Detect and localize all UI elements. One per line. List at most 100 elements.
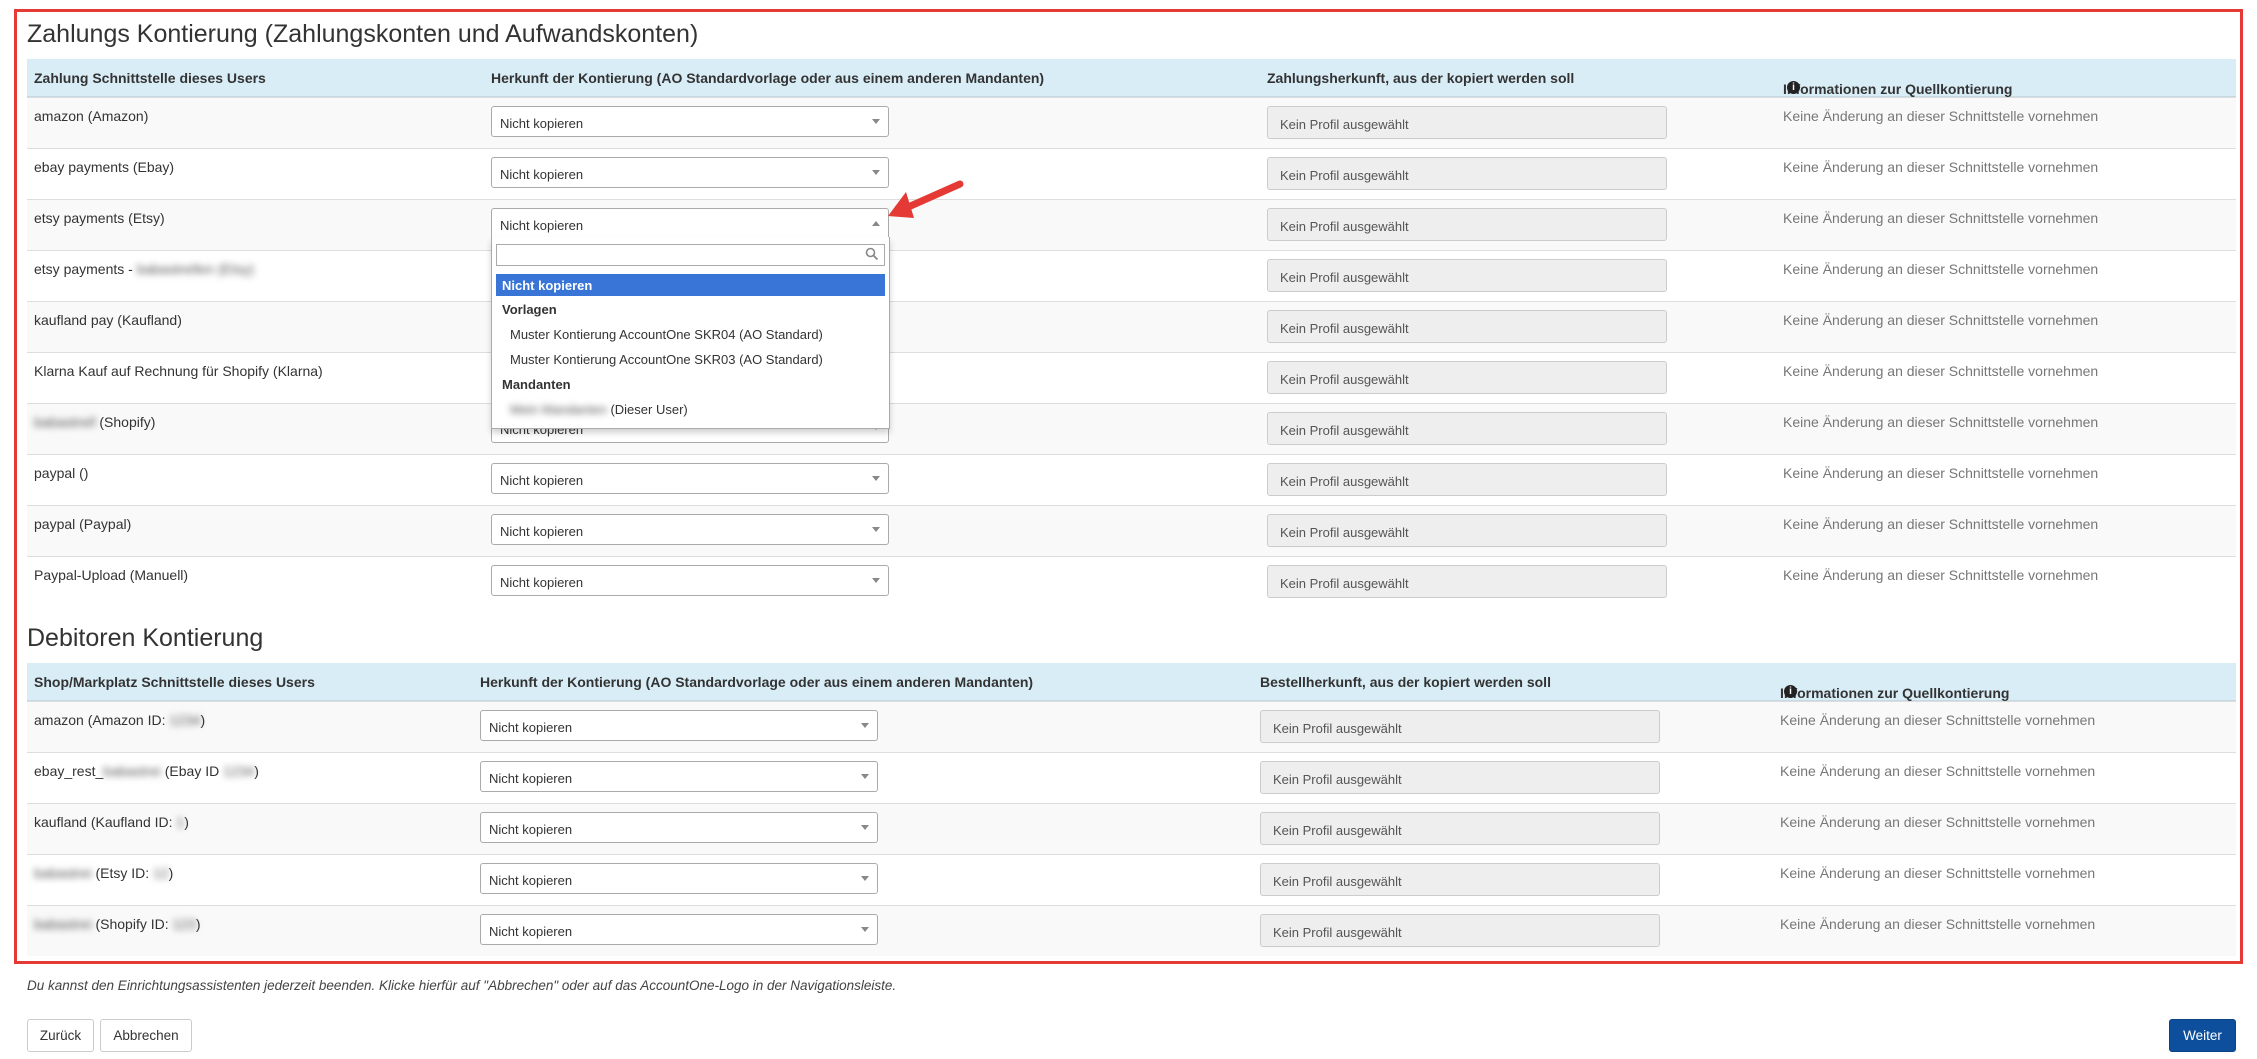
source-info-text: Keine Änderung an dieser Schnittstelle v… bbox=[1783, 210, 2099, 226]
chevron-down-icon bbox=[872, 527, 880, 532]
source-profile-field: Kein Profil ausgewählt bbox=[1267, 106, 1667, 139]
chevron-down-icon bbox=[861, 927, 869, 932]
source-info-text: Keine Änderung an dieser Schnittstelle v… bbox=[1780, 712, 2096, 728]
name-text: ebay payments (Ebay) bbox=[34, 159, 175, 175]
section-title-debtor: Debitoren Kontierung bbox=[27, 624, 264, 652]
interface-name: amazon (Amazon) bbox=[34, 108, 148, 124]
source-info-text: Keine Änderung an dieser Schnittstelle v… bbox=[1783, 312, 2099, 328]
redacted-text: 12 bbox=[153, 865, 169, 881]
interface-name: kaufland pay (Kaufland) bbox=[34, 312, 182, 328]
chevron-down-icon bbox=[872, 170, 880, 175]
redacted-text: 1234 bbox=[169, 712, 201, 728]
table-row: babastrei (Shopify ID: 123) Nicht kopiere… bbox=[27, 905, 2236, 956]
source-profile-field: Kein Profil ausgewählt bbox=[1260, 914, 1660, 947]
chevron-down-icon bbox=[872, 578, 880, 583]
info-icon[interactable]: i bbox=[1784, 685, 1797, 698]
source-info-text: Keine Änderung an dieser Schnittstelle v… bbox=[1780, 763, 2096, 779]
select-value: Nicht kopieren bbox=[500, 473, 584, 488]
name-text: etsy payments (Etsy) bbox=[34, 210, 165, 226]
redacted-text: babastreifen (Etsy) bbox=[136, 261, 255, 277]
name-text: Paypal-Upload (Manuell) bbox=[34, 567, 189, 583]
name-text: (Shopify) bbox=[95, 414, 156, 430]
source-profile-field: Kein Profil ausgewählt bbox=[1267, 157, 1667, 190]
table-row: ebay payments (Ebay) Nicht kopieren Kein P… bbox=[27, 148, 2236, 199]
header-interface: Shop/Markplatz Schnittstelle dieses User… bbox=[34, 674, 315, 690]
source-info-text: Keine Änderung an dieser Schnittstelle v… bbox=[1780, 814, 2096, 830]
origin-select[interactable]: Nicht kopieren bbox=[491, 208, 889, 239]
source-info-text: Keine Änderung an dieser Schnittstelle v… bbox=[1780, 865, 2096, 881]
name-text: ebay_rest_ bbox=[34, 763, 104, 779]
info-icon[interactable]: i bbox=[1787, 81, 1800, 94]
origin-select[interactable]: Nicht kopieren bbox=[480, 914, 878, 945]
table-row: etsy payments - babastreifen (Etsy) Nicht… bbox=[27, 250, 2236, 301]
table-row: babastrei (Etsy ID: 12) Nicht kopieren Kei… bbox=[27, 854, 2236, 905]
source-profile-field: Kein Profil ausgewählt bbox=[1267, 412, 1667, 445]
source-profile-field: Kein Profil ausgewählt bbox=[1260, 812, 1660, 845]
name-text: ) bbox=[168, 865, 174, 881]
origin-select[interactable]: Nicht kopieren bbox=[480, 863, 878, 894]
table-row: Klarna Kauf auf Rechnung für Shopify (Kl… bbox=[27, 352, 2236, 403]
origin-select[interactable]: Nicht kopieren bbox=[491, 106, 889, 137]
source-profile-field: Kein Profil ausgewählt bbox=[1267, 514, 1667, 547]
chevron-up-icon bbox=[872, 221, 880, 226]
origin-select[interactable]: Nicht kopieren bbox=[480, 761, 878, 792]
select-value: Nicht kopieren bbox=[489, 720, 573, 735]
interface-name: babastrei (Shopify ID: 123) bbox=[34, 916, 201, 932]
dropdown-option-own-mandant[interactable]: Mein Mandanten (Dieser User) bbox=[496, 398, 885, 420]
dropdown-option-skr04[interactable]: Muster Kontierung AccountOne SKR04 (AO S… bbox=[496, 323, 885, 345]
dropdown-search-input[interactable] bbox=[496, 244, 885, 266]
redacted-text: babastrei bbox=[34, 916, 92, 932]
origin-select[interactable]: Nicht kopieren bbox=[491, 463, 889, 494]
chevron-down-icon bbox=[861, 723, 869, 728]
source-info-text: Keine Änderung an dieser Schnittstelle v… bbox=[1783, 414, 2099, 430]
origin-select[interactable]: Nicht kopieren bbox=[480, 710, 878, 741]
cancel-button[interactable]: Abbrechen bbox=[100, 1019, 192, 1052]
name-text: ) bbox=[184, 814, 189, 830]
header-origin: Herkunft der Kontierung (AO Standardvorl… bbox=[480, 674, 1034, 690]
chevron-down-icon bbox=[872, 119, 880, 124]
name-text: (Ebay ID bbox=[160, 763, 224, 779]
interface-name: paypal () bbox=[34, 465, 88, 481]
table-row: amazon (Amazon) Nicht kopieren Kein Profil… bbox=[27, 97, 2236, 148]
chevron-down-icon bbox=[861, 825, 869, 830]
chevron-down-icon bbox=[861, 876, 869, 881]
next-button[interactable]: Weiter bbox=[2169, 1019, 2236, 1052]
name-text: Klarna Kauf auf Rechnung für Shopify (Kl… bbox=[34, 363, 323, 379]
name-text: ) bbox=[195, 916, 201, 932]
source-profile-field: Kein Profil ausgewählt bbox=[1267, 565, 1667, 598]
name-text: etsy payments - bbox=[34, 261, 137, 277]
origin-select[interactable]: Nicht kopieren bbox=[491, 157, 889, 188]
origin-dropdown-menu[interactable]: Nicht kopieren Vorlagen Muster Kontierun… bbox=[491, 237, 890, 429]
source-info-text: Keine Änderung an dieser Schnittstelle v… bbox=[1783, 567, 2099, 583]
back-button[interactable]: Zurück bbox=[27, 1019, 94, 1052]
select-value: Nicht kopieren bbox=[489, 771, 573, 786]
redacted-text: babastreif bbox=[34, 414, 96, 430]
name-text: amazon (Amazon) bbox=[34, 108, 149, 124]
source-info-text: Keine Änderung an dieser Schnittstelle v… bbox=[1783, 363, 2099, 379]
section-title-payment: Zahlungs Kontierung (Zahlungskonten und … bbox=[27, 20, 699, 48]
dropdown-option-skr03[interactable]: Muster Kontierung AccountOne SKR03 (AO S… bbox=[496, 348, 885, 370]
source-info-text: Keine Änderung an dieser Schnittstelle v… bbox=[1783, 159, 2099, 175]
name-text: paypal (Paypal) bbox=[34, 516, 132, 532]
interface-name: Klarna Kauf auf Rechnung für Shopify (Kl… bbox=[34, 363, 323, 379]
origin-select[interactable]: Nicht kopieren bbox=[491, 514, 889, 545]
origin-select[interactable]: Nicht kopieren bbox=[491, 565, 889, 596]
redacted-text: 1234 bbox=[223, 763, 255, 779]
footer-note: Du kannst den Einrichtungsassistenten je… bbox=[27, 978, 897, 993]
dropdown-option-nicht-kopieren[interactable]: Nicht kopieren bbox=[496, 274, 885, 296]
select-value: Nicht kopieren bbox=[489, 924, 573, 939]
source-profile-field: Kein Profil ausgewählt bbox=[1260, 710, 1660, 743]
source-profile-field: Kein Profil ausgewählt bbox=[1267, 208, 1667, 241]
name-text: amazon (Amazon ID: bbox=[34, 712, 170, 728]
payment-table: Zahlung Schnittstelle dieses Users Herku… bbox=[27, 59, 2236, 607]
name-text: kaufland pay (Kaufland) bbox=[34, 312, 182, 328]
origin-select[interactable]: Nicht kopieren bbox=[480, 812, 878, 843]
header-source: Bestellherkunft, aus der kopiert werden … bbox=[1260, 674, 1551, 690]
select-value: Nicht kopieren bbox=[500, 218, 584, 233]
table-row: ebay_rest_babastrei (Ebay ID 1234) Nicht … bbox=[27, 752, 2236, 803]
red-arrow-pointer bbox=[888, 180, 964, 218]
source-info-text: Keine Änderung an dieser Schnittstelle v… bbox=[1783, 261, 2099, 277]
dropdown-group-mandanten: Mandanten bbox=[502, 377, 571, 392]
select-value: Nicht kopieren bbox=[500, 167, 584, 182]
select-value: Nicht kopieren bbox=[489, 873, 573, 888]
